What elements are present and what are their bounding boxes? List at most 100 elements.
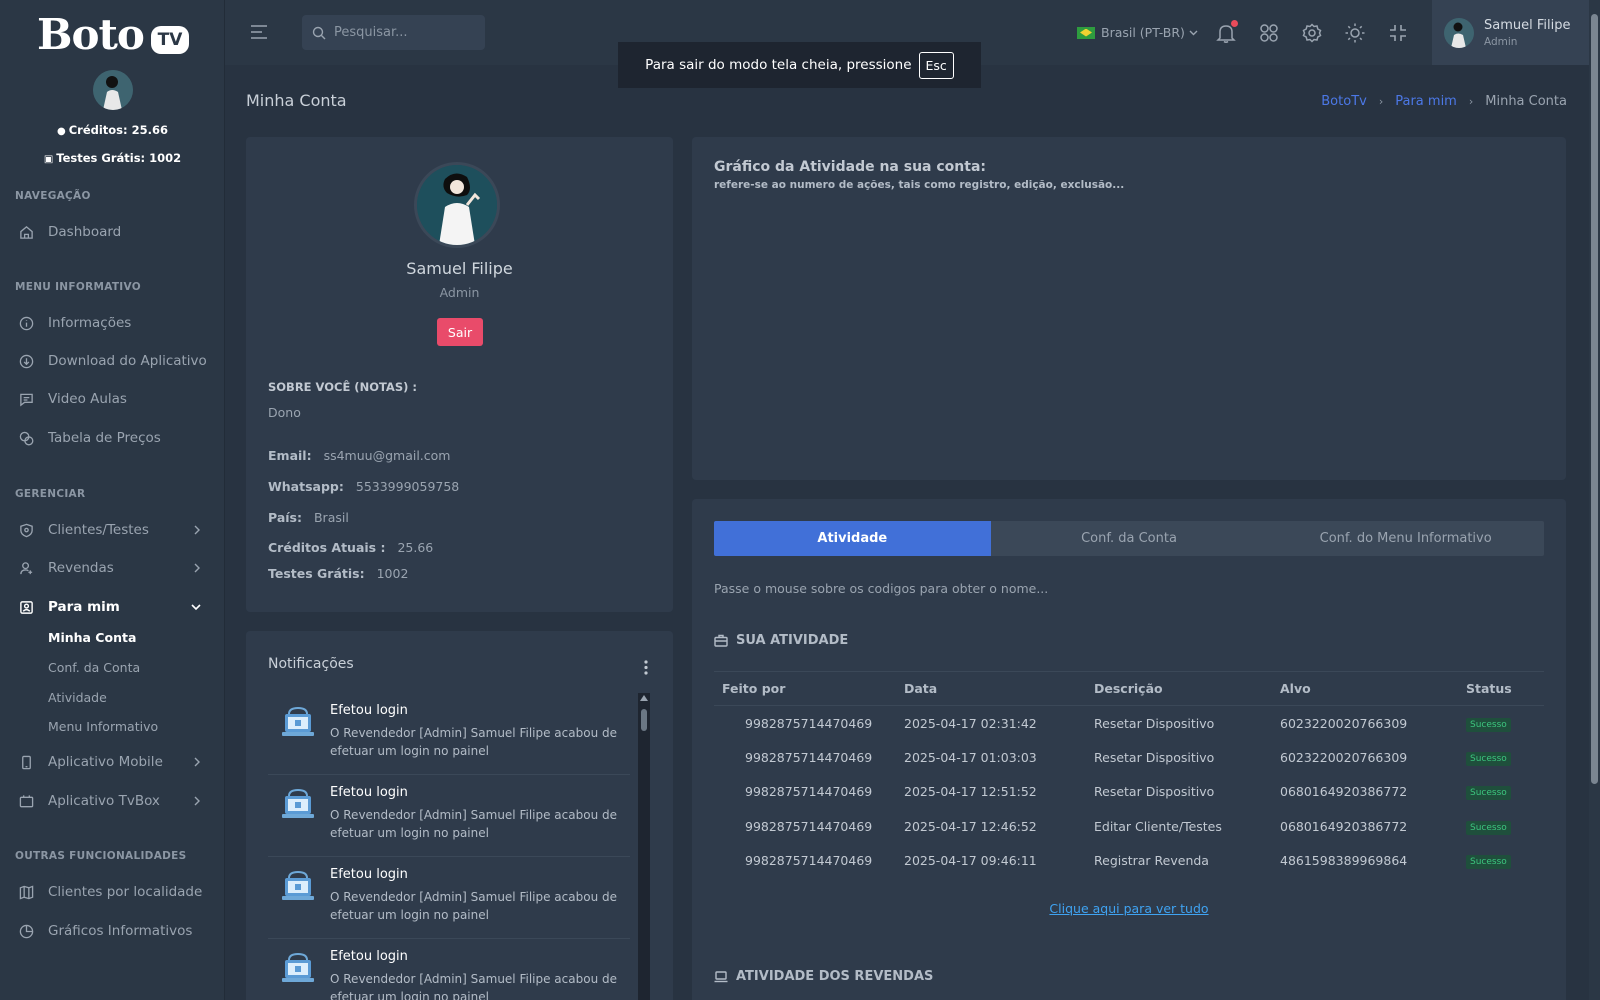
user-name: Samuel Filipe [1484,17,1571,33]
notification-dot [1231,20,1238,27]
notifications-list: Efetou login O Revendedor [Admin] Samuel… [268,693,630,1000]
laptop-lock-icon [282,870,314,900]
status-badge: Sucesso [1466,820,1511,835]
breadcrumb-bototv[interactable]: BotoTv [1321,94,1367,109]
sidebar-subitem-conf-conta[interactable]: Conf. da Conta [48,660,140,675]
user-menu[interactable]: Samuel Filipe Admin [1432,0,1600,65]
column-header[interactable]: Status [1458,671,1544,706]
chevron-down-icon [191,604,201,611]
chevron-right-icon [194,796,200,806]
cell-data: 2025-04-17 01:03:03 [904,749,1037,765]
sidebar-item-graficos[interactable]: Gráficos Informativos [0,916,225,946]
cell-feito-por[interactable]: 9982875714470469 [714,775,896,810]
column-header[interactable]: Descrição [1086,671,1272,706]
sidebar-item-clientes-localidade[interactable]: Clientes por localidade [0,877,225,907]
notification-title: Efetou login [330,703,408,718]
nav-header-menu-informativo: MENU INFORMATIVO [15,281,141,293]
column-header[interactable]: Feito por [714,671,896,706]
cell-alvo[interactable]: 6023220020766309 [1272,706,1458,741]
search-input[interactable] [334,25,474,40]
cell-data: 2025-04-17 12:51:52 [904,784,1037,800]
sidebar-item-tabela-precos[interactable]: Tabela de Preços [0,423,225,453]
cell-feito-por[interactable]: 9982875714470469 [714,740,896,775]
sidebar-subitem-minha-conta[interactable]: Minha Conta [48,630,136,645]
logout-button[interactable]: Sair [437,318,483,346]
chart-subtitle: refere-se ao numero de ações, tais como … [714,179,1125,191]
tab-conf-conta[interactable]: Conf. da Conta [991,521,1268,556]
esc-key: Esc [918,51,954,79]
sidebar-subitem-atividade[interactable]: Atividade [48,690,107,705]
sidebar-item-label: Dashboard [48,224,122,240]
sidebar-item-download[interactable]: Download do Aplicativo [0,346,225,376]
sidebar-item-label: Clientes por localidade [48,884,203,900]
status-badge: Sucesso [1466,855,1511,870]
list-item[interactable]: Efetou login O Revendedor [Admin] Samuel… [268,693,630,775]
list-item[interactable]: Efetou login O Revendedor [Admin] Samuel… [268,939,630,1000]
page-title: Minha Conta [246,91,347,110]
page-scrollbar[interactable] [1589,0,1600,1000]
sidebar-item-para-mim[interactable]: Para mim [0,592,225,622]
user-icon [20,561,33,574]
tab-atividade[interactable]: Atividade [714,521,991,556]
sidebar-item-dashboard[interactable]: Dashboard [0,217,225,247]
table-row: 9982875714470469 2025-04-17 01:03:03 Res… [714,740,1544,775]
sidebar-item-aplicativo-tvbox[interactable]: Aplicativo TvBox [0,786,225,816]
activity-card: Atividade Conf. da Conta Conf. do Menu I… [692,499,1566,1000]
cell-data: 2025-04-17 12:46:52 [904,818,1037,834]
laptop-lock-icon [282,788,314,818]
column-header[interactable]: Data [896,671,1086,706]
apps-grid-icon[interactable] [1258,22,1280,44]
exit-fullscreen-icon[interactable] [1387,22,1409,44]
scrollbar-thumb[interactable] [641,709,647,731]
sidebar-item-label: Aplicativo TvBox [48,793,160,809]
scroll-up-icon[interactable] [640,695,648,701]
breadcrumb-current: Minha Conta [1485,94,1567,109]
tab-conf-menu[interactable]: Conf. do Menu Informativo [1267,521,1544,556]
search-box[interactable] [302,15,485,50]
notifications-scrollbar[interactable] [638,693,650,1000]
more-vertical-icon[interactable] [644,660,648,675]
coin-icon: ● [56,126,66,137]
cell-alvo[interactable]: 4861598389969864 [1272,844,1458,879]
sun-icon[interactable] [1344,22,1366,44]
status-badge: Sucesso [1466,786,1511,801]
nav-header-navegacao: NAVEGAÇÃO [15,190,91,202]
sidebar-subitem-menu-informativo[interactable]: Menu Informativo [48,719,158,734]
column-header[interactable]: Alvo [1272,671,1458,706]
nav-header-outras: OUTRAS FUNCIONALIDADES [15,850,187,862]
profile-role: Admin [439,285,480,300]
shield-icon [20,523,33,537]
gear-icon[interactable] [1301,22,1323,44]
list-item[interactable]: Efetou login O Revendedor [Admin] Samuel… [268,857,630,939]
cell-feito-por[interactable]: 9982875714470469 [714,706,896,741]
sidebar-item-video-aulas[interactable]: Video Aulas [0,384,225,414]
notifications-title: Notificações [268,656,354,672]
menu-toggle-icon[interactable] [250,24,268,40]
cell-data: 2025-04-17 02:31:42 [904,715,1037,731]
sidebar-item-revendas[interactable]: Revendas [0,553,225,583]
cell-descricao: Editar Cliente/Testes [1094,818,1222,834]
sidebar-item-clientes-testes[interactable]: Clientes/Testes [0,515,225,545]
laptop-lock-icon [282,952,314,982]
cell-alvo[interactable]: 0680164920386772 [1272,775,1458,810]
coins-icon [19,431,34,445]
see-all-link[interactable]: Clique aqui para ver tudo [692,901,1566,916]
cell-alvo[interactable]: 0680164920386772 [1272,809,1458,844]
activity-table: Feito por Data Descrição Alvo Status 998… [714,671,1544,878]
cell-status: Sucesso [1458,844,1544,879]
breadcrumb-para-mim[interactable]: Para mim [1395,94,1457,109]
language-selector[interactable]: Brasil (PT-BR) [1077,25,1198,40]
profile-card: Samuel Filipe Admin Sair SOBRE VOCÊ (NOT… [246,137,673,612]
map-icon [19,884,34,900]
logo[interactable]: Boto TV [37,10,189,59]
scrollbar-thumb[interactable] [1591,14,1598,784]
cell-descricao: Registrar Revenda [1094,853,1209,869]
sidebar-item-informacoes[interactable]: Informações [0,308,225,338]
list-item[interactable]: Efetou login O Revendedor [Admin] Samuel… [268,775,630,857]
brazil-flag-icon [1077,26,1095,39]
sidebar-item-aplicativo-mobile[interactable]: Aplicativo Mobile [0,747,225,777]
cell-alvo[interactable]: 6023220020766309 [1272,740,1458,775]
cell-feito-por[interactable]: 9982875714470469 [714,844,896,879]
cell-feito-por[interactable]: 9982875714470469 [714,809,896,844]
user-square-icon [20,600,33,614]
